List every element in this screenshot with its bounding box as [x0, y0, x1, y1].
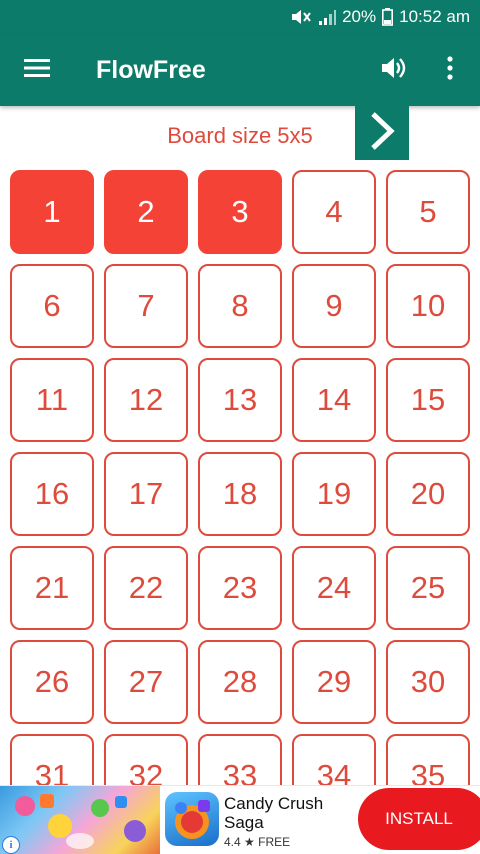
ad-info-icon[interactable]: i [2, 836, 20, 854]
level-button[interactable]: 20 [386, 452, 470, 536]
install-button[interactable]: INSTALL [358, 788, 480, 850]
level-button[interactable]: 23 [198, 546, 282, 630]
level-button[interactable]: 28 [198, 640, 282, 724]
volume-icon [380, 56, 408, 85]
level-grid: 1 2 3 4 5 6 7 8 9 10 11 12 13 14 15 16 17 18 19 20 21 22 23 24 2… [10, 170, 470, 818]
level-button[interactable]: 10 [386, 264, 470, 348]
level-button[interactable]: 21 [10, 546, 94, 630]
level-button[interactable]: 17 [104, 452, 188, 536]
level-button[interactable]: 27 [104, 640, 188, 724]
status-indicators: 20% 10:52 am [290, 5, 470, 29]
status-bar: 20% 10:52 am [0, 0, 480, 34]
level-button[interactable]: 30 [386, 640, 470, 724]
level-button[interactable]: 8 [198, 264, 282, 348]
mute-icon [290, 8, 312, 26]
app-title: FlowFree [96, 56, 206, 84]
app-bar: FlowFree [0, 34, 480, 106]
next-board-button[interactable] [355, 106, 409, 160]
level-button[interactable]: 25 [386, 546, 470, 630]
chevron-right-icon [368, 111, 396, 156]
level-button[interactable]: 12 [104, 358, 188, 442]
level-button[interactable]: 15 [386, 358, 470, 442]
battery-icon [382, 8, 394, 26]
sound-button[interactable] [374, 52, 414, 88]
ad-app-icon[interactable] [165, 792, 219, 846]
level-button[interactable]: 13 [198, 358, 282, 442]
level-button[interactable]: 11 [10, 358, 94, 442]
clock: 10:52 am [399, 7, 470, 26]
level-button[interactable]: 2 [104, 170, 188, 254]
hamburger-icon [24, 58, 50, 83]
more-options-button[interactable] [432, 52, 468, 88]
level-button[interactable]: 4 [292, 170, 376, 254]
level-button[interactable]: 1 [10, 170, 94, 254]
level-button[interactable]: 24 [292, 546, 376, 630]
level-button[interactable]: 19 [292, 452, 376, 536]
level-button[interactable]: 29 [292, 640, 376, 724]
menu-button[interactable] [16, 52, 58, 88]
level-button[interactable]: 6 [10, 264, 94, 348]
level-button[interactable]: 9 [292, 264, 376, 348]
level-button[interactable]: 7 [104, 264, 188, 348]
ad-banner[interactable]: i Candy Crush Saga 4.4 ★ FREE INSTALL [0, 785, 480, 854]
level-button[interactable]: 16 [10, 452, 94, 536]
level-button[interactable]: 3 [198, 170, 282, 254]
level-button[interactable]: 5 [386, 170, 470, 254]
signal-icon [318, 9, 337, 25]
more-vert-icon [447, 55, 453, 85]
ad-image[interactable]: i [0, 786, 160, 854]
level-button[interactable]: 26 [10, 640, 94, 724]
ad-app-name: Candy Crush Saga [224, 794, 324, 832]
level-button[interactable]: 18 [198, 452, 282, 536]
ad-rating: 4.4 ★ FREE [224, 835, 291, 849]
level-button[interactable]: 14 [292, 358, 376, 442]
level-button[interactable]: 22 [104, 546, 188, 630]
battery-percent: 20% [342, 7, 377, 26]
